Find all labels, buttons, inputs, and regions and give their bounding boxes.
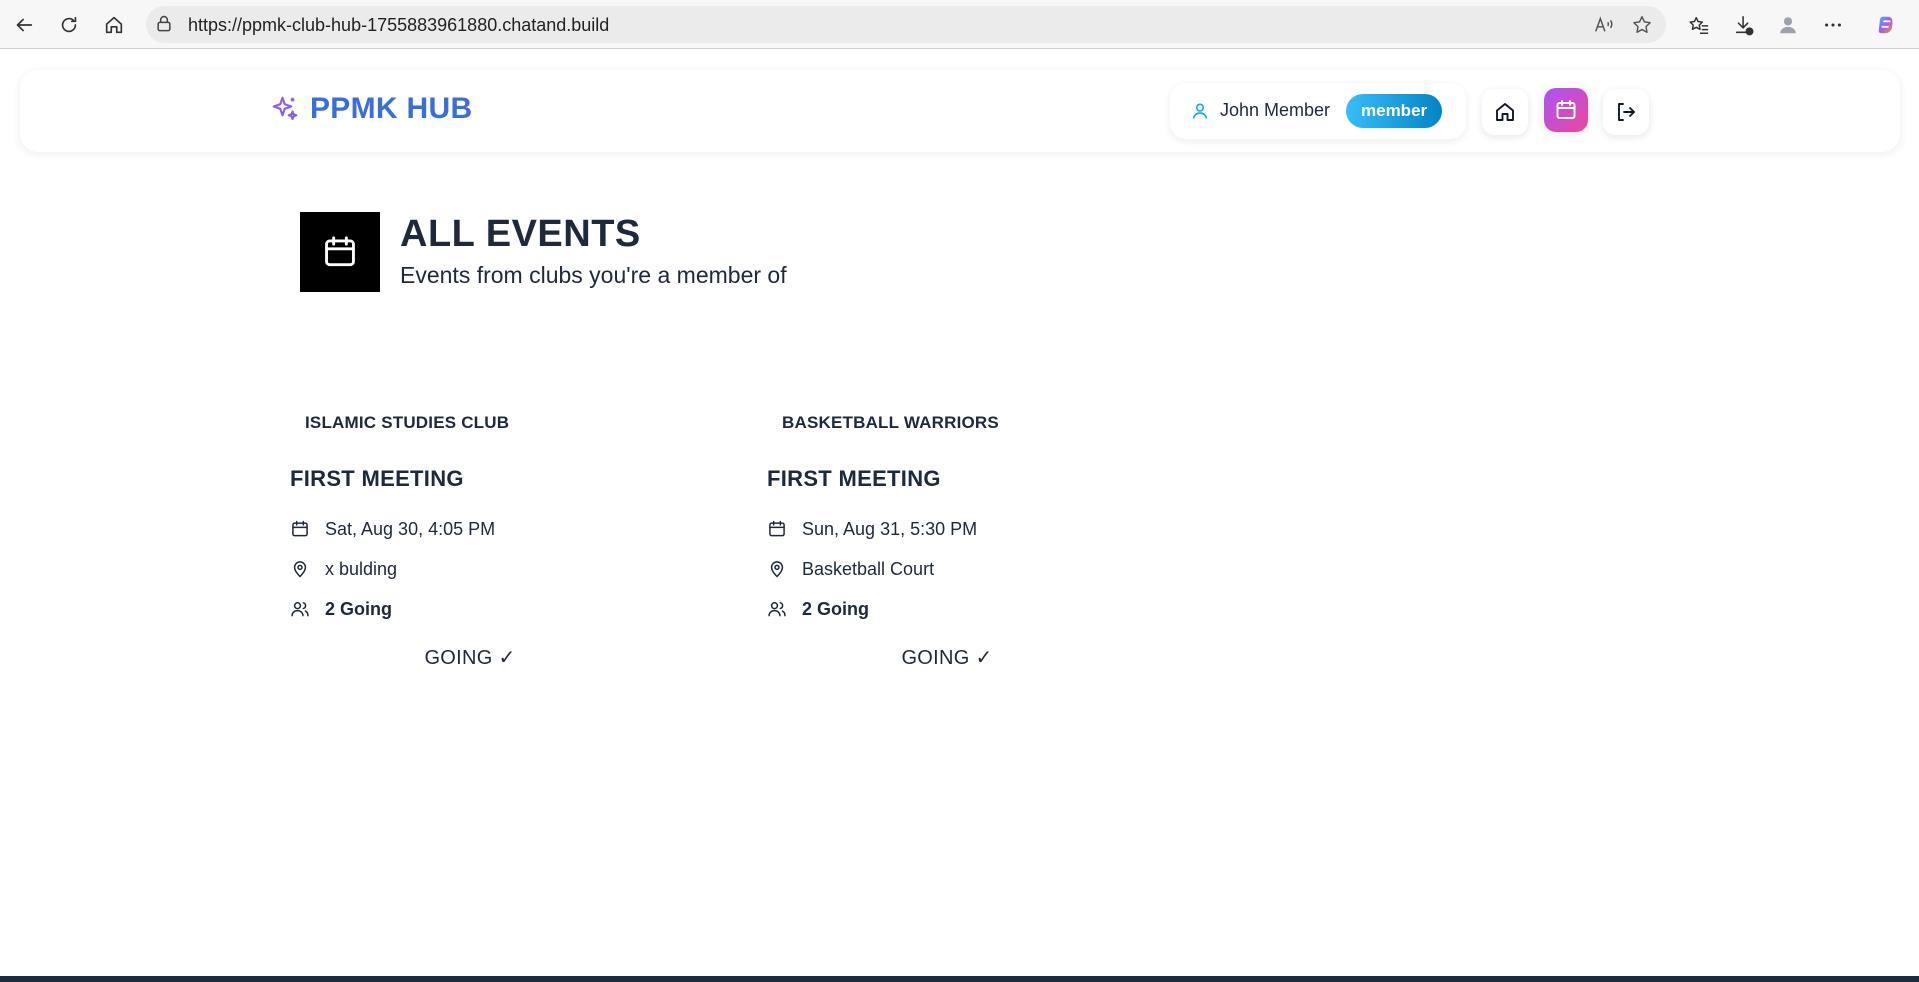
url-text[interactable]: https://ppmk-club-hub-1755883961880.chat…	[188, 15, 609, 36]
copilot-icon[interactable]	[1870, 9, 1902, 41]
back-icon[interactable]	[8, 9, 40, 41]
going-button[interactable]: GOING ✓	[877, 642, 1017, 672]
logout-icon	[1618, 103, 1635, 121]
calendar-icon	[325, 236, 355, 267]
page-calendar-icon-box	[300, 212, 380, 292]
taskbar-edge	[0, 976, 1919, 982]
address-bar[interactable]: https://ppmk-club-hub-1755883961880.chat…	[146, 6, 1666, 43]
more-options-icon[interactable]	[1817, 9, 1849, 41]
events-button[interactable]	[1544, 88, 1588, 132]
app-header: PPMK HUB John Member member	[20, 70, 1900, 152]
page-subtitle: Events from clubs you're a member of	[400, 262, 787, 288]
reload-icon[interactable]	[53, 9, 85, 41]
going-button[interactable]: GOING ✓	[400, 642, 540, 672]
calendar-icon	[1556, 100, 1576, 119]
downloads-icon[interactable]	[1728, 9, 1760, 41]
browser-toolbar: https://ppmk-club-hub-1755883961880.chat…	[0, 0, 1919, 49]
home-button[interactable]	[1482, 89, 1528, 135]
event-datetime-text: Sat, Aug 30, 4:05 PM	[325, 518, 496, 539]
brand-name: PPMK HUB	[310, 92, 473, 125]
event-attendees-text: 2 Going	[802, 598, 869, 619]
map-pin-icon	[293, 561, 307, 578]
user-info: John Member member	[1170, 83, 1466, 139]
profile-avatar-icon[interactable]	[1772, 9, 1804, 41]
event-card: BASKETBALL WARRIORS FIRST MEETING Sun, A…	[767, 405, 1187, 675]
role-badge: member	[1346, 94, 1443, 128]
page-title: ALL EVENTS	[400, 213, 641, 255]
event-datetime: Sun, Aug 31, 5:30 PM	[767, 518, 977, 540]
brand-logo[interactable]: PPMK HUB	[270, 92, 472, 126]
logout-button[interactable]	[1603, 89, 1649, 135]
home-icon[interactable]	[98, 9, 130, 41]
users-icon	[768, 602, 786, 617]
user-name: John Member	[1220, 100, 1331, 120]
users-icon	[291, 602, 309, 617]
event-title: FIRST MEETING	[290, 466, 464, 491]
event-location: Basketball Court	[767, 558, 934, 580]
lock-icon	[157, 15, 171, 32]
favorites-icon[interactable]	[1683, 9, 1715, 41]
calendar-icon	[292, 520, 308, 537]
sparkles-icon	[272, 96, 298, 121]
event-attendees-text: 2 Going	[325, 598, 392, 619]
event-card: ISLAMIC STUDIES CLUB FIRST MEETING Sat, …	[290, 405, 710, 675]
calendar-icon	[769, 520, 785, 537]
user-icon	[1192, 103, 1208, 119]
home-icon	[1496, 103, 1514, 121]
event-datetime-text: Sun, Aug 31, 5:30 PM	[802, 518, 978, 539]
event-datetime: Sat, Aug 30, 4:05 PM	[290, 518, 495, 540]
favorite-star-icon[interactable]	[1630, 13, 1654, 37]
read-aloud-icon[interactable]	[1592, 13, 1616, 37]
event-location-text: x bulding	[325, 558, 398, 579]
event-location: x bulding	[290, 558, 397, 580]
club-name[interactable]: BASKETBALL WARRIORS	[782, 413, 999, 433]
event-attendees: 2 Going	[290, 598, 392, 620]
event-location-text: Basketball Court	[802, 558, 935, 579]
event-title: FIRST MEETING	[767, 466, 941, 491]
map-pin-icon	[770, 561, 784, 578]
club-name[interactable]: ISLAMIC STUDIES CLUB	[305, 413, 509, 433]
event-attendees: 2 Going	[767, 598, 869, 620]
